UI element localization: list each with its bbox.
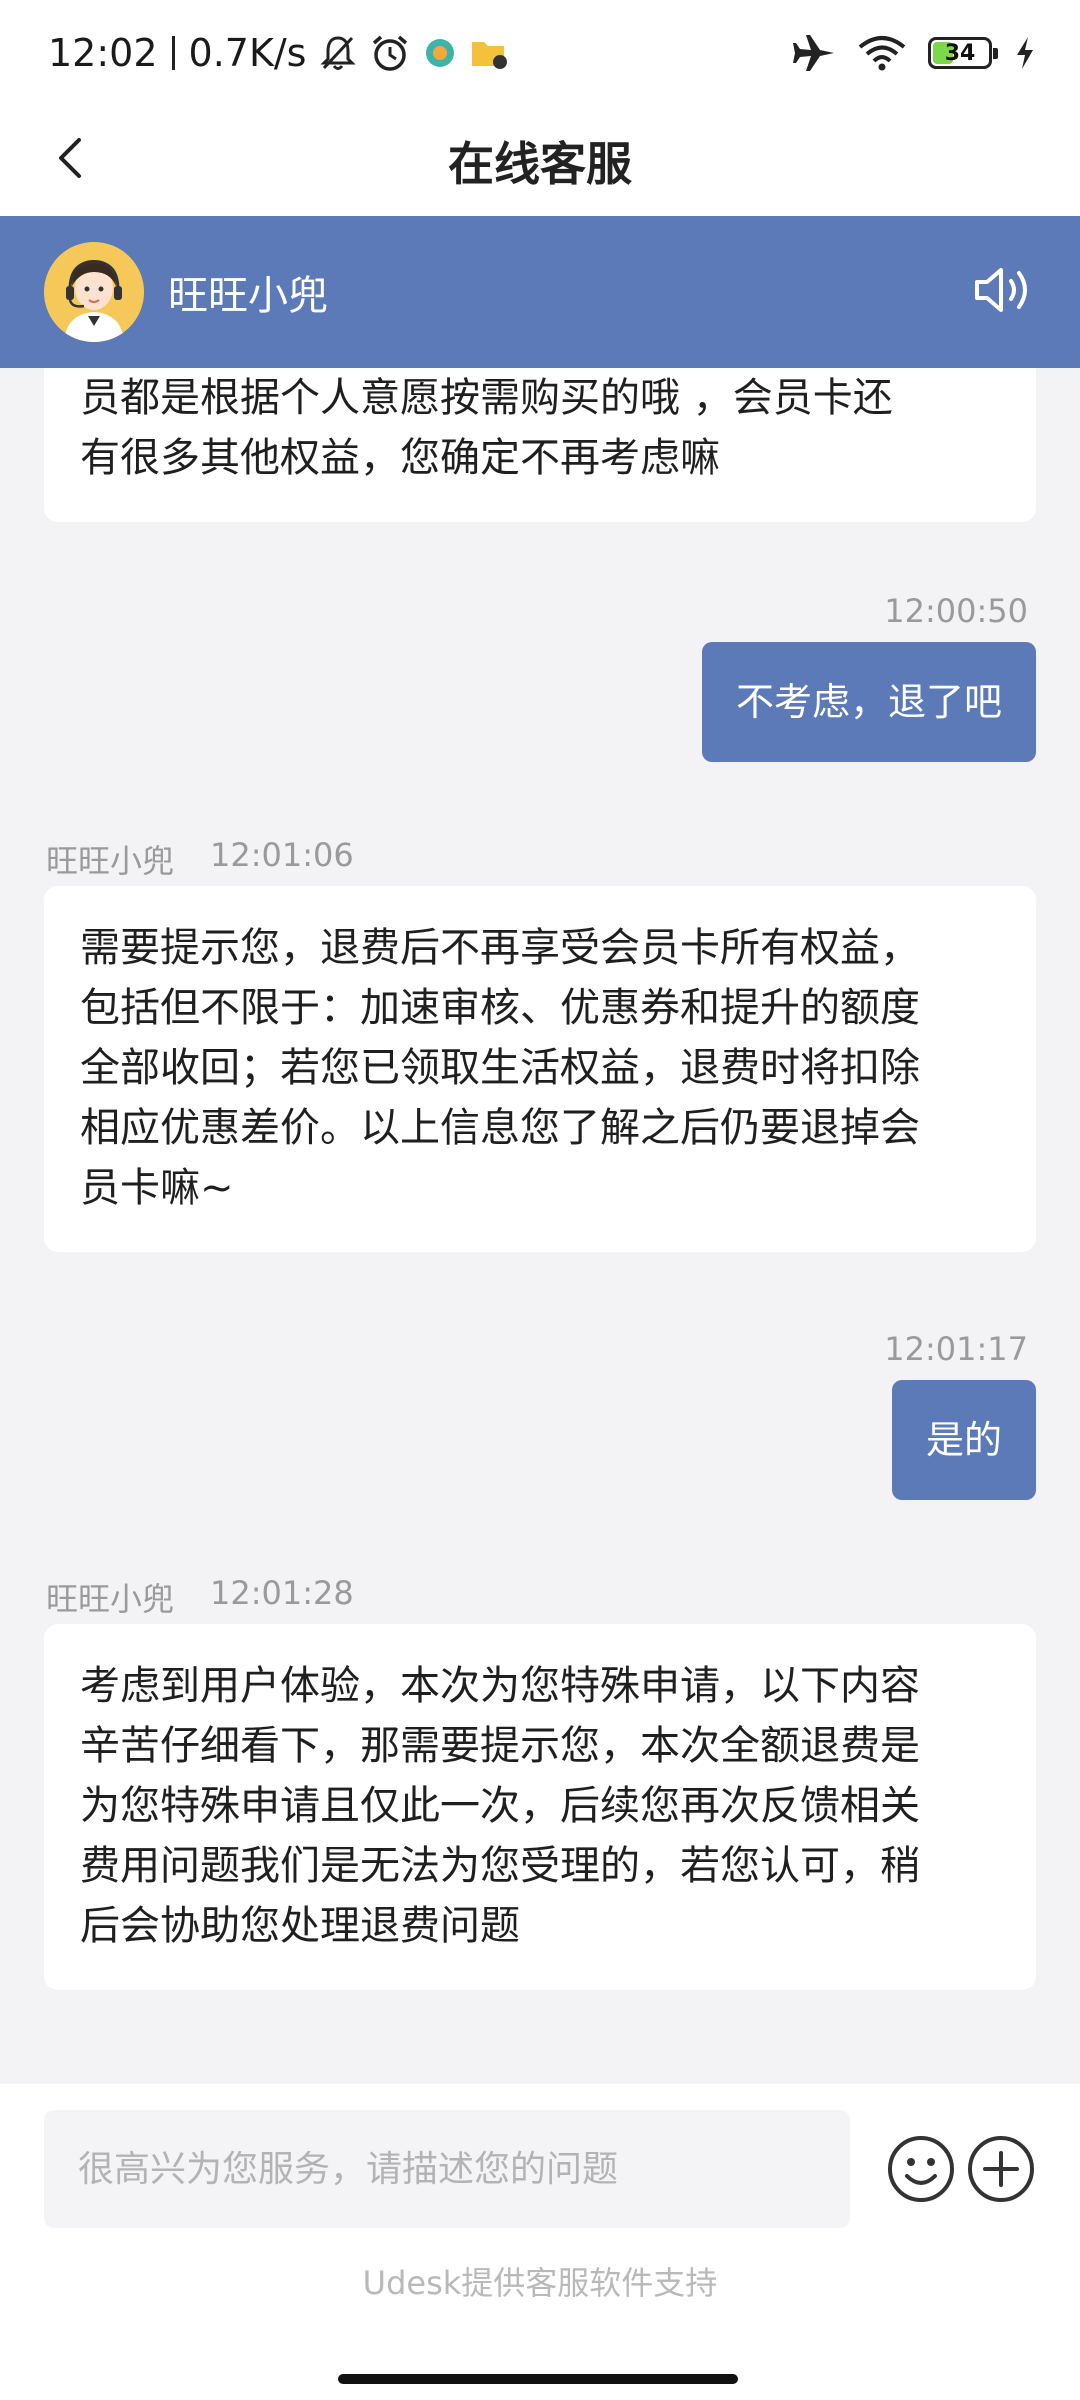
message-line: 有很多其他权益，您确定不再考虑嘛 xyxy=(80,435,720,481)
sender-name: 旺旺小兜 xyxy=(46,842,175,880)
message-line: 辛苦仔细看下，那需要提示您，本次全额退费是 xyxy=(80,1723,920,1769)
agent-message-bubble: 员都是根据个人意愿按需购买的哦 ，会员卡还 有很多其他权益，您确定不再考虑嘛 xyxy=(44,368,1036,522)
title-bar: 在线客服 xyxy=(0,106,1080,216)
message-input[interactable] xyxy=(44,2110,850,2228)
message-line: 后会协助您处理退费问题 xyxy=(80,1903,520,1949)
back-chevron-icon xyxy=(55,136,85,184)
battery-level: 34 xyxy=(944,40,976,66)
agent-message-bubble: 考虑到用户体验，本次为您特殊申请，以下内容 辛苦仔细看下，那需要提示您，本次全额… xyxy=(44,1624,1036,1990)
status-time: 12:02 xyxy=(48,31,158,75)
back-button[interactable] xyxy=(40,130,100,190)
message-line: 员都是根据个人意愿按需购买的哦 ，会员卡还 xyxy=(80,375,893,421)
charging-icon xyxy=(1014,35,1036,71)
message-time: 12:01:28 xyxy=(210,1574,354,1612)
alarm-icon xyxy=(370,33,410,73)
agent-message-bubble: 需要提示您，退费后不再享受会员卡所有权益， 包括但不限于：加速审核、优惠券和提升… xyxy=(44,886,1036,1252)
airplane-icon xyxy=(792,33,836,73)
message-meta: 旺旺小兜 12:01:06 xyxy=(46,836,354,882)
speaker-icon xyxy=(973,263,1037,321)
smiley-icon xyxy=(886,2136,956,2208)
powered-by-text: Udesk提供客服软件支持 xyxy=(362,2264,718,2302)
message-line: 费用问题我们是无法为您受理的，若您认可，稍 xyxy=(80,1843,920,1889)
battery-icon: 34 xyxy=(928,37,998,69)
network-speed: 0.7K/s xyxy=(188,31,307,75)
agent-avatar xyxy=(44,242,144,342)
input-area: Udesk提供客服软件支持 xyxy=(0,2084,1080,2400)
status-divider xyxy=(171,36,175,70)
user-message-bubble: 是的 xyxy=(891,1380,1036,1500)
chat-area[interactable]: 员都是根据个人意愿按需购买的哦 ，会员卡还 有很多其他权益，您确定不再考虑嘛 1… xyxy=(0,368,1080,2084)
message-line: 考虑到用户体验，本次为您特殊申请，以下内容 xyxy=(80,1663,920,1709)
message-meta: 旺旺小兜 12:01:28 xyxy=(46,1574,354,1620)
status-right: 34 xyxy=(792,33,1036,73)
message-time: 12:01:06 xyxy=(210,836,354,874)
user-message-bubble: 不考虑，退了吧 xyxy=(701,642,1036,762)
app-notification-icon xyxy=(424,37,456,69)
message-line: 包括但不限于：加速审核、优惠券和提升的额度 xyxy=(80,985,920,1031)
speaker-button[interactable] xyxy=(970,260,1040,324)
page-title: 在线客服 xyxy=(448,137,632,191)
message-line: 相应优惠差价。以上信息您了解之后仍要退掉会 xyxy=(80,1105,920,1151)
agent-name: 旺旺小兜 xyxy=(168,273,328,319)
message-line: 为您特殊申请且仅此一次，后续您再次反馈相关 xyxy=(80,1783,920,1829)
home-indicator[interactable] xyxy=(338,2374,738,2384)
message-line: 需要提示您，退费后不再享受会员卡所有权益， xyxy=(80,925,920,971)
sender-name: 旺旺小兜 xyxy=(46,1580,175,1618)
mute-bell-icon xyxy=(320,34,357,72)
emoji-button[interactable] xyxy=(886,2134,956,2204)
add-attachment-button[interactable] xyxy=(966,2134,1036,2204)
message-time: 12:01:17 xyxy=(884,1330,1028,1368)
wifi-icon xyxy=(858,35,906,71)
plus-circle-icon xyxy=(966,2136,1036,2208)
message-line: 全部收回；若您已领取生活权益，退费时将扣除 xyxy=(80,1045,920,1091)
status-bar: 12:02 0.7K/s 34 xyxy=(0,0,1080,106)
message-line: 员卡嘛~ xyxy=(80,1165,234,1211)
status-left: 12:02 0.7K/s xyxy=(48,31,510,75)
folder-notification-icon xyxy=(470,36,510,70)
agent-header: 旺旺小兜 xyxy=(0,216,1080,368)
message-time: 12:00:50 xyxy=(884,592,1028,630)
